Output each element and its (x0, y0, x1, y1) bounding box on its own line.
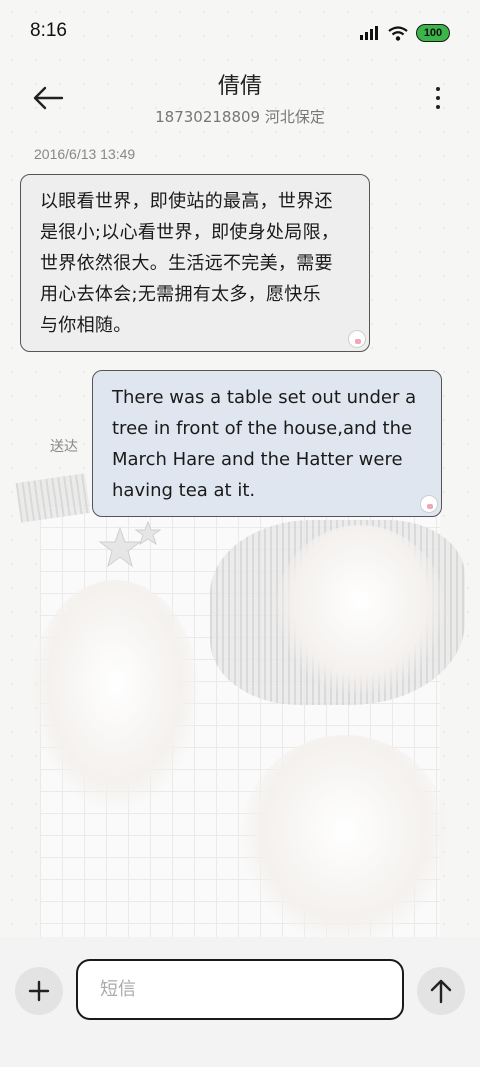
delivery-status: 送达 (50, 439, 78, 455)
arrow-up-icon (430, 979, 452, 1004)
composer-bar (0, 937, 480, 1067)
status-icons: 100 (360, 24, 450, 42)
dog-emoji-icon (348, 330, 366, 348)
message-input-box[interactable] (76, 959, 404, 1020)
plus-icon (28, 980, 50, 1002)
back-button[interactable] (28, 78, 68, 118)
dog-sticker-bottom (240, 735, 450, 945)
arrow-left-icon (33, 86, 64, 110)
battery-icon: 100 (416, 24, 450, 42)
message-input[interactable] (100, 979, 380, 1000)
message-line: 与你相随。 (40, 315, 132, 336)
dog-emoji-icon (420, 495, 438, 513)
add-attachment-button[interactable] (15, 967, 63, 1015)
conversation-header: 倩倩 18730218809 河北保定 (0, 64, 480, 134)
star-decoration (98, 520, 162, 568)
message-line: having tea at it. (112, 480, 256, 501)
message-line: tree in front of the house,and the (112, 418, 413, 439)
message-line: There was a table set out under a (112, 387, 417, 408)
incoming-message-bubble[interactable]: 以眼看世界，即使站的最高，世界还 是很小;以心看世界，即使身处局限， 世界依然很… (20, 174, 370, 352)
message-line: March Hare and the Hatter were (112, 449, 403, 470)
signal-icon (360, 26, 378, 40)
more-vertical-icon (436, 87, 440, 91)
status-bar: 8:16 100 (0, 0, 480, 64)
wifi-icon (388, 25, 408, 41)
more-options-button[interactable] (426, 78, 450, 118)
message-line: 世界依然很大。生活远不完美，需要 (40, 253, 333, 274)
outgoing-message-bubble[interactable]: There was a table set out under a tree i… (92, 370, 442, 517)
send-button[interactable] (417, 967, 465, 1015)
status-time: 8:16 (30, 20, 67, 41)
dog-sticker-left (30, 580, 200, 810)
dog-sticker-top-right (275, 525, 445, 695)
message-timestamp: 2016/6/13 13:49 (34, 146, 136, 162)
message-line: 用心去体会;无需拥有太多，愿快乐 (40, 284, 321, 305)
contact-name: 倩倩 (217, 74, 262, 99)
contact-title-block[interactable]: 倩倩 18730218809 河北保定 (100, 68, 380, 127)
contact-number-location: 18730218809 河北保定 (155, 108, 325, 126)
message-line: 以眼看世界，即使站的最高，世界还 (40, 191, 333, 212)
message-line: 是很小;以心看世界，即使身处局限， (40, 222, 340, 243)
